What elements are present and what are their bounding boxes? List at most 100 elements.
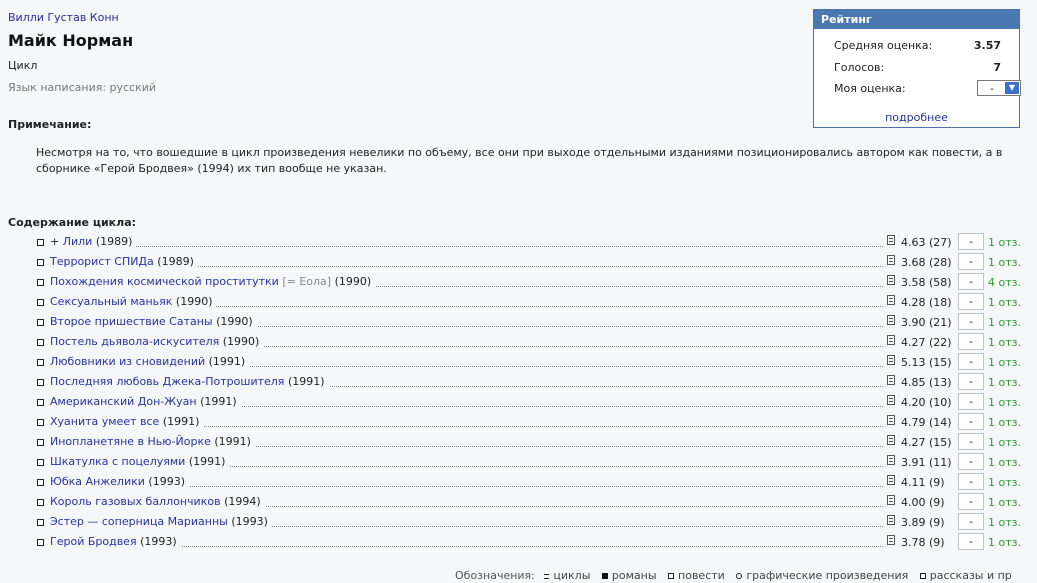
reviews-link[interactable]: 1 отз. — [988, 536, 1021, 549]
annotation-icon[interactable] — [887, 435, 895, 445]
work-title-link[interactable]: Последняя любовь Джека-Потрошителя — [50, 375, 284, 388]
work-title-link[interactable]: Любовники из сновидений — [50, 355, 205, 368]
novella-icon — [37, 279, 44, 286]
work-title-link[interactable]: Второе пришествие Сатаны — [50, 315, 213, 328]
reviews-link[interactable]: 1 отз. — [988, 376, 1021, 389]
vote-select[interactable]: - — [958, 533, 984, 550]
vote-select[interactable]: - — [958, 393, 984, 410]
novella-icon — [668, 573, 675, 579]
list-item: Любовники из сновидений (1991) 5.13 (15) -… — [0, 353, 1037, 373]
my-rating-label: Моя оценка: — [834, 82, 906, 95]
annotation-icon[interactable] — [887, 255, 895, 265]
vote-select[interactable]: - — [958, 353, 984, 370]
vote-select[interactable]: - — [958, 313, 984, 330]
vote-select[interactable]: - — [958, 373, 984, 390]
reviews-link[interactable]: 1 отз. — [988, 396, 1021, 409]
vote-select[interactable]: - — [958, 413, 984, 430]
novella-icon — [37, 319, 44, 326]
reviews-link[interactable]: 1 отз. — [988, 436, 1021, 449]
work-title-link[interactable]: Похождения космической проститутки — [50, 275, 279, 288]
work-title-link[interactable]: Юбка Анжелики — [50, 475, 145, 488]
work-title-link[interactable]: Эстер — соперница Марианны — [50, 515, 228, 528]
vote-select[interactable]: - — [958, 453, 984, 470]
annotation-icon[interactable] — [887, 455, 895, 465]
work-score: 3.58 (58) — [901, 276, 952, 289]
contents-heading: Содержание цикла: — [8, 216, 137, 229]
work-score: 4.79 (14) — [901, 416, 952, 429]
reviews-link[interactable]: 1 отз. — [988, 296, 1021, 309]
work-title-link[interactable]: Сексуальный маньяк — [50, 295, 172, 308]
vote-select[interactable]: - — [958, 333, 984, 350]
annotation-icon[interactable] — [887, 535, 895, 545]
annotation-icon[interactable] — [887, 475, 895, 485]
novella-icon — [37, 359, 44, 366]
work-entry: Сексуальный маньяк (1990) — [50, 295, 217, 308]
reviews-link[interactable]: 4 отз. — [988, 276, 1021, 289]
vote-select[interactable]: - — [958, 253, 984, 270]
reviews-link[interactable]: 1 отз. — [988, 416, 1021, 429]
work-score: 4.85 (13) — [901, 376, 952, 389]
annotation-icon[interactable] — [887, 395, 895, 405]
legend-cycles: циклы — [553, 569, 591, 582]
work-entry: Любовники из сновидений (1991) — [50, 355, 250, 368]
legend-graphic: графические произведения — [746, 569, 909, 582]
vote-select[interactable]: - — [958, 293, 984, 310]
annotation-icon[interactable] — [887, 415, 895, 425]
vote-select[interactable]: - — [958, 493, 984, 510]
list-item: + Лили (1989) 4.63 (27) -1 отз. — [0, 233, 1037, 253]
work-title-link[interactable]: Американский Дон-Жуан — [50, 395, 197, 408]
work-title-link[interactable]: Король газовых баллончиков — [50, 495, 221, 508]
note-text: Несмотря на то, что вошедшие в цикл прои… — [36, 146, 1003, 175]
work-entry: Король газовых баллончиков (1994) — [50, 495, 265, 508]
reviews-link[interactable]: 1 отз. — [988, 496, 1021, 509]
chevron-down-icon[interactable]: ▼ — [1005, 82, 1019, 94]
annotation-icon[interactable] — [887, 235, 895, 245]
my-rating-value: - — [990, 82, 994, 95]
reviews-link[interactable]: 1 отз. — [988, 476, 1021, 489]
annotation-icon[interactable] — [887, 295, 895, 305]
my-rating-select[interactable]: - ▼ — [977, 80, 1021, 96]
work-entry: Постель дьявола-искусителя (1990) — [50, 335, 264, 348]
vote-select[interactable]: - — [958, 513, 984, 530]
vote-select[interactable]: - — [958, 433, 984, 450]
reviews-link[interactable]: 1 отз. — [988, 516, 1021, 529]
reviews-link[interactable]: 1 отз. — [988, 356, 1021, 369]
rating-more-link[interactable]: подробнее — [814, 111, 1019, 124]
annotation-icon[interactable] — [887, 375, 895, 385]
annotation-icon[interactable] — [887, 275, 895, 285]
work-title-link[interactable]: Террорист СПИДа — [50, 255, 154, 268]
work-score: 4.11 (9) — [901, 476, 945, 489]
legend-novels: романы — [611, 569, 657, 582]
dot-leader — [50, 246, 883, 247]
work-year: (1990) — [175, 295, 213, 308]
rating-heading: Рейтинг — [814, 10, 1019, 29]
vote-select[interactable]: - — [958, 473, 984, 490]
novel-icon — [601, 573, 608, 579]
work-year: (1993) — [140, 535, 177, 548]
vote-select[interactable]: - — [958, 273, 984, 290]
work-year: (1991) — [208, 355, 246, 368]
work-title-link[interactable]: Инопланетяне в Нью-Йорке — [50, 435, 211, 448]
work-title-link[interactable]: Хуанита умеет все — [50, 415, 159, 428]
work-title-link[interactable]: Герой Бродвея — [50, 535, 137, 548]
work-score: 4.00 (9) — [901, 496, 945, 509]
reviews-link[interactable]: 1 отз. — [988, 316, 1021, 329]
annotation-icon[interactable] — [887, 335, 895, 345]
author-link[interactable]: Вилли Густав Конн — [8, 11, 119, 24]
work-title-link[interactable]: Шкатулка с поцелуями — [50, 455, 185, 468]
vote-select[interactable]: - — [958, 233, 984, 250]
annotation-icon[interactable] — [887, 355, 895, 365]
reviews-link[interactable]: 1 отз. — [988, 256, 1021, 269]
list-item: Террорист СПИДа (1989) 3.68 (28) -1 отз. — [0, 253, 1037, 273]
annotation-icon[interactable] — [887, 495, 895, 505]
reviews-link[interactable]: 1 отз. — [988, 456, 1021, 469]
novella-icon — [37, 539, 44, 546]
annotation-icon[interactable] — [887, 315, 895, 325]
reviews-link[interactable]: 1 отз. — [988, 236, 1021, 249]
reviews-link[interactable]: 1 отз. — [988, 336, 1021, 349]
note-heading: Примечание: — [8, 118, 92, 131]
annotation-icon[interactable] — [887, 515, 895, 525]
work-title-link[interactable]: Постель дьявола-искусителя — [50, 335, 219, 348]
work-title-link[interactable]: Лили — [63, 235, 93, 248]
work-year: (1991) — [287, 375, 325, 388]
